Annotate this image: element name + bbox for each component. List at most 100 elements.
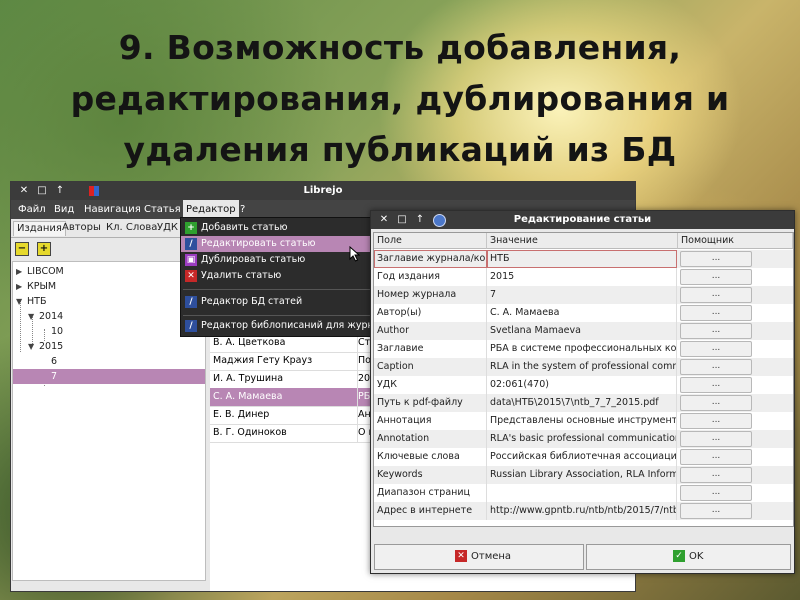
helper-button[interactable]: ...: [680, 467, 752, 483]
table-row[interactable]: Автор(ы) С. А. Мамаева...: [374, 304, 793, 322]
column-header-field[interactable]: Поле: [374, 233, 487, 249]
field-value[interactable]: RLA in the system of professional commun…: [487, 358, 677, 376]
collapse-arrow-icon[interactable]: ▼: [28, 309, 34, 324]
helper-button[interactable]: ...: [680, 251, 752, 267]
menu-item-label: Добавить статью: [201, 222, 288, 233]
table-row[interactable]: И. А. Трушина 20 ле: [210, 370, 380, 389]
expand-arrow-icon[interactable]: ▶: [16, 279, 22, 294]
table-row[interactable]: Annotation RLA's basic professional commu…: [374, 430, 793, 448]
menu-view[interactable]: Вид: [51, 200, 77, 219]
cancel-button[interactable]: ✕ Отмена: [374, 544, 584, 570]
field-value[interactable]: Svetlana Mamaeva: [487, 322, 677, 340]
tree-node-label: КРЫМ: [27, 281, 57, 292]
tree-node[interactable]: ▼ НТБ: [13, 294, 205, 309]
tree-node[interactable]: 10: [13, 324, 205, 339]
field-value[interactable]: С. А. Мамаева: [487, 304, 677, 322]
table-row[interactable]: Аннотация Представлены основные инструмен…: [374, 412, 793, 430]
table-row[interactable]: Author Svetlana Mamaeva...: [374, 322, 793, 340]
tree-node-label: LIBCOM: [27, 266, 64, 277]
tree-node-selected[interactable]: 7: [13, 369, 205, 384]
table-row[interactable]: В. Г. Одиноков О пр: [210, 424, 380, 443]
field-name: Номер журнала: [374, 286, 487, 304]
expand-all-icon[interactable]: +: [37, 242, 51, 256]
slide-title: 9. Возможность добавления, редактировани…: [0, 22, 800, 175]
field-value[interactable]: data\НТБ\2015\7\ntb_7_7_2015.pdf: [487, 394, 677, 412]
table-row[interactable]: Год издания 2015...: [374, 268, 793, 286]
table-row[interactable]: УДК 02:061(470)...: [374, 376, 793, 394]
table-row[interactable]: Диапазон страниц...: [374, 484, 793, 502]
table-row[interactable]: Ключевые слова Российская библиотечная ас…: [374, 448, 793, 466]
tab-editions[interactable]: Издания: [13, 221, 66, 236]
table-row[interactable]: Путь к pdf-файлу data\НТБ\2015\7\ntb_7_7_…: [374, 394, 793, 412]
field-value[interactable]: Russian Library Association, RLA Informa…: [487, 466, 677, 484]
tree-node[interactable]: ▶ LIBCOM: [13, 264, 205, 279]
field-name: Диапазон страниц: [374, 484, 487, 502]
edit-icon: /: [185, 238, 197, 250]
helper-button[interactable]: ...: [680, 377, 752, 393]
column-header-helper[interactable]: Помощник: [678, 233, 793, 249]
helper-button[interactable]: ...: [680, 395, 752, 411]
field-value[interactable]: РБА в системе профессиональных коммуника…: [487, 340, 677, 358]
collapse-all-icon[interactable]: −: [15, 242, 29, 256]
helper-button[interactable]: ...: [680, 449, 752, 465]
expand-arrow-icon[interactable]: ▶: [16, 264, 22, 279]
table-row[interactable]: Номер журнала 7...: [374, 286, 793, 304]
collapse-arrow-icon[interactable]: ▼: [16, 294, 22, 309]
cancel-icon: ✕: [455, 550, 467, 562]
menu-item-duplicate-article[interactable]: ▣ Дублировать статью: [181, 252, 374, 268]
tree-node-label: 6: [51, 356, 58, 367]
menu-item-add-article[interactable]: + Добавить статью: [181, 220, 374, 236]
helper-button[interactable]: ...: [680, 287, 752, 303]
table-row[interactable]: Адрес в интернете http://www.gpntb.ru/ntb…: [374, 502, 793, 520]
table-row[interactable]: Заглавие РБА в системе профессиональных к…: [374, 340, 793, 358]
tree-node[interactable]: ▶ КРЫМ: [13, 279, 205, 294]
table-row[interactable]: Е. В. Динер Анал: [210, 406, 380, 425]
helper-button[interactable]: ...: [680, 431, 752, 447]
table-row[interactable]: Caption RLA in the system of professional…: [374, 358, 793, 376]
table-row[interactable]: Keywords Russian Library Association, RLA…: [374, 466, 793, 484]
menu-item-edit-article[interactable]: / Редактировать статью: [181, 236, 374, 252]
tree-node-label: 7: [51, 371, 58, 382]
menu-item-articles-db-editor[interactable]: / Редактор БД статей: [181, 294, 374, 310]
helper-button[interactable]: ...: [680, 503, 752, 519]
field-value[interactable]: Российская библиотечная ассоциация, РБА: [487, 448, 677, 466]
field-value[interactable]: 7: [487, 286, 677, 304]
menu-file[interactable]: Файл: [15, 200, 49, 219]
duplicate-icon: ▣: [185, 254, 197, 266]
tree-node-label: 2014: [39, 311, 64, 322]
field-value[interactable]: RLA's basic professional communication i…: [487, 430, 677, 448]
tree-node[interactable]: 6: [13, 354, 205, 369]
tab-authors[interactable]: Авторы: [59, 221, 104, 235]
field-name: Заглавие: [374, 340, 487, 358]
helper-button[interactable]: ...: [680, 359, 752, 375]
helper-button[interactable]: ...: [680, 485, 752, 501]
menu-navigation[interactable]: Навигация: [81, 200, 144, 219]
tree-node[interactable]: ▼ 2015: [13, 339, 205, 354]
table-row[interactable]: Заглавие журнала/конфНТБ...: [374, 250, 793, 268]
helper-button[interactable]: ...: [680, 323, 752, 339]
field-value[interactable]: http://www.gpntb.ru/ntb/ntb/2015/7/ntb_7…: [487, 502, 677, 520]
menu-item-label: Удалить статью: [201, 270, 282, 281]
helper-button[interactable]: ...: [680, 305, 752, 321]
field-value[interactable]: Представлены основные инструменты: [487, 412, 677, 430]
table-row[interactable]: Маджия Гету Крауз Поп: [210, 352, 380, 371]
menu-article[interactable]: Статья: [141, 200, 184, 219]
field-value[interactable]: 2015: [487, 268, 677, 286]
main-titlebar: ✕ □ ↑ Librejo: [11, 182, 635, 200]
ok-button[interactable]: ✓ OK: [586, 544, 791, 570]
collapse-arrow-icon[interactable]: ▼: [28, 339, 34, 354]
field-value[interactable]: НТБ: [487, 250, 677, 268]
table-row-selected[interactable]: С. А. Мамаева РБА: [210, 388, 380, 407]
helper-button[interactable]: ...: [680, 341, 752, 357]
column-header-value[interactable]: Значение: [487, 233, 678, 249]
menu-item-delete-article[interactable]: ✕ Удалить статью: [181, 268, 374, 284]
field-value[interactable]: 02:061(470): [487, 376, 677, 394]
slide-title-line: редактирования, дублирования и: [70, 79, 730, 118]
tab-keywords[interactable]: Кл. Слова: [103, 221, 160, 235]
tree-node[interactable]: ▼ 2014: [13, 309, 205, 324]
field-value[interactable]: [487, 484, 677, 502]
menu-item-bibliography-editor[interactable]: / Редактор библописаний для журналов: [181, 318, 374, 334]
tab-udc[interactable]: УДК: [154, 221, 181, 235]
helper-button[interactable]: ...: [680, 413, 752, 429]
helper-button[interactable]: ...: [680, 269, 752, 285]
